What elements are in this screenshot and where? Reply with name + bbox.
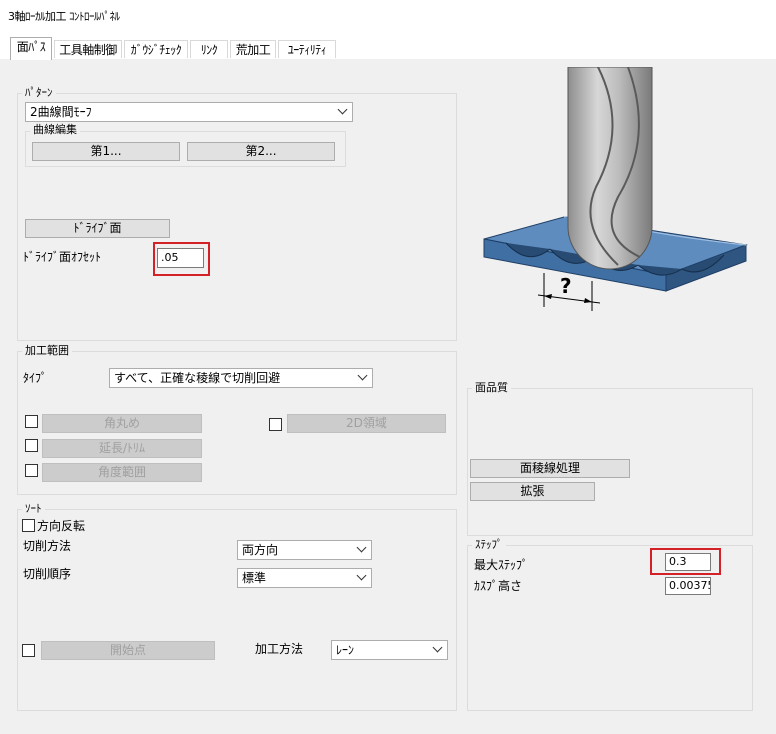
- start-point-checkbox[interactable]: [22, 644, 35, 657]
- machining-method-label: 加工方法: [255, 642, 304, 656]
- drive-surface-button[interactable]: ﾄﾞﾗｲﾌﾞ面: [25, 219, 170, 238]
- second-curve-button[interactable]: 第2...: [187, 142, 335, 161]
- chevron-down-icon: [356, 570, 367, 581]
- surface-quality-label: 面品質: [472, 381, 511, 394]
- chevron-down-icon: [432, 642, 443, 653]
- tab-tool-axis-control[interactable]: 工具軸制御: [54, 40, 122, 58]
- tab-panel: ﾊﾟﾀｰﾝ 2曲線間ﾓｰﾌ 曲線編集 第1... 第2... ﾄﾞﾗｲﾌﾞ面 ﾄ…: [0, 59, 776, 734]
- fillet-checkbox[interactable]: [25, 415, 38, 428]
- cut-method-value: 両方向: [242, 543, 279, 557]
- machining-method-value: ﾚｰﾝ: [336, 643, 355, 657]
- cut-method-select[interactable]: 両方向: [237, 540, 372, 560]
- ball-endmill-illustration: ?: [483, 67, 748, 311]
- tab-roughing[interactable]: 荒加工: [230, 40, 276, 58]
- region-2d-checkbox[interactable]: [269, 418, 282, 431]
- dim-arrow-left: [544, 294, 552, 299]
- chevron-down-icon: [337, 104, 348, 115]
- curve-edit-label: 曲線編集: [30, 123, 80, 136]
- chevron-down-icon: [357, 370, 368, 381]
- first-curve-button[interactable]: 第1...: [32, 142, 180, 161]
- tab-strip: 面ﾊﾟｽ 工具軸制御 ｶﾞｳｼﾞﾁｪｯｸ ﾘﾝｸ 荒加工 ﾕｰﾃｨﾘﾃｨ: [0, 37, 776, 60]
- pattern-mode-value: 2曲線間ﾓｰﾌ: [30, 105, 92, 119]
- extend-trim-button[interactable]: 延長/ﾄﾘﾑ: [42, 439, 202, 458]
- step-group-label: ｽﾃｯﾌﾟ: [472, 538, 506, 551]
- type-value: すべて、正確な稜線で切削回避: [114, 371, 281, 385]
- reverse-direction-label: 方向反転: [37, 519, 86, 533]
- cut-order-select[interactable]: 標準: [237, 568, 372, 588]
- cusp-height-input[interactable]: 0.00375:: [665, 577, 711, 595]
- sort-group-label: ｿｰﾄ: [22, 502, 45, 515]
- region-2d-button[interactable]: 2D領域: [287, 414, 446, 433]
- pattern-group-label: ﾊﾟﾀｰﾝ: [22, 86, 56, 99]
- tab-utility[interactable]: ﾕｰﾃｨﾘﾃｨ: [278, 40, 336, 58]
- fillet-button[interactable]: 角丸め: [42, 414, 202, 433]
- drive-offset-label: ﾄﾞﾗｲﾌﾞ面ｵﾌｾｯﾄ: [23, 250, 102, 264]
- tab-link[interactable]: ﾘﾝｸ: [190, 40, 228, 58]
- tab-gouge-check[interactable]: ｶﾞｳｼﾞﾁｪｯｸ: [124, 40, 188, 58]
- pattern-mode-select[interactable]: 2曲線間ﾓｰﾌ: [25, 102, 353, 122]
- chevron-down-icon: [356, 542, 367, 553]
- cut-order-label: 切削順序: [23, 567, 72, 581]
- angle-range-checkbox[interactable]: [25, 464, 38, 477]
- edge-processing-button[interactable]: 面稜線処理: [470, 459, 630, 478]
- dimension-question-mark: ?: [560, 274, 572, 298]
- tab-surface-path[interactable]: 面ﾊﾟｽ: [10, 37, 52, 60]
- window-title: 3軸ﾛｰｶﾙ加工 ｺﾝﾄﾛｰﾙﾊﾟﾈﾙ: [8, 10, 120, 23]
- angle-range-button[interactable]: 角度範囲: [42, 463, 202, 482]
- machining-method-select[interactable]: ﾚｰﾝ: [331, 640, 448, 660]
- type-label: ﾀｲﾌﾟ: [23, 371, 48, 385]
- expand-button[interactable]: 拡張: [470, 482, 595, 501]
- reverse-direction-checkbox[interactable]: [22, 519, 35, 532]
- drive-offset-input[interactable]: .05: [157, 248, 204, 268]
- type-select[interactable]: すべて、正確な稜線で切削回避: [109, 368, 373, 388]
- max-step-input[interactable]: 0.3: [665, 553, 711, 571]
- machining-range-label: 加工範囲: [22, 344, 72, 357]
- extend-trim-checkbox[interactable]: [25, 439, 38, 452]
- cut-order-value: 標準: [242, 571, 267, 585]
- cut-method-label: 切削方法: [23, 539, 72, 553]
- cusp-height-label: ｶｽﾌﾟ高さ: [474, 579, 523, 593]
- max-step-label: 最大ｽﾃｯﾌﾟ: [474, 558, 529, 572]
- start-point-button[interactable]: 開始点: [41, 641, 215, 660]
